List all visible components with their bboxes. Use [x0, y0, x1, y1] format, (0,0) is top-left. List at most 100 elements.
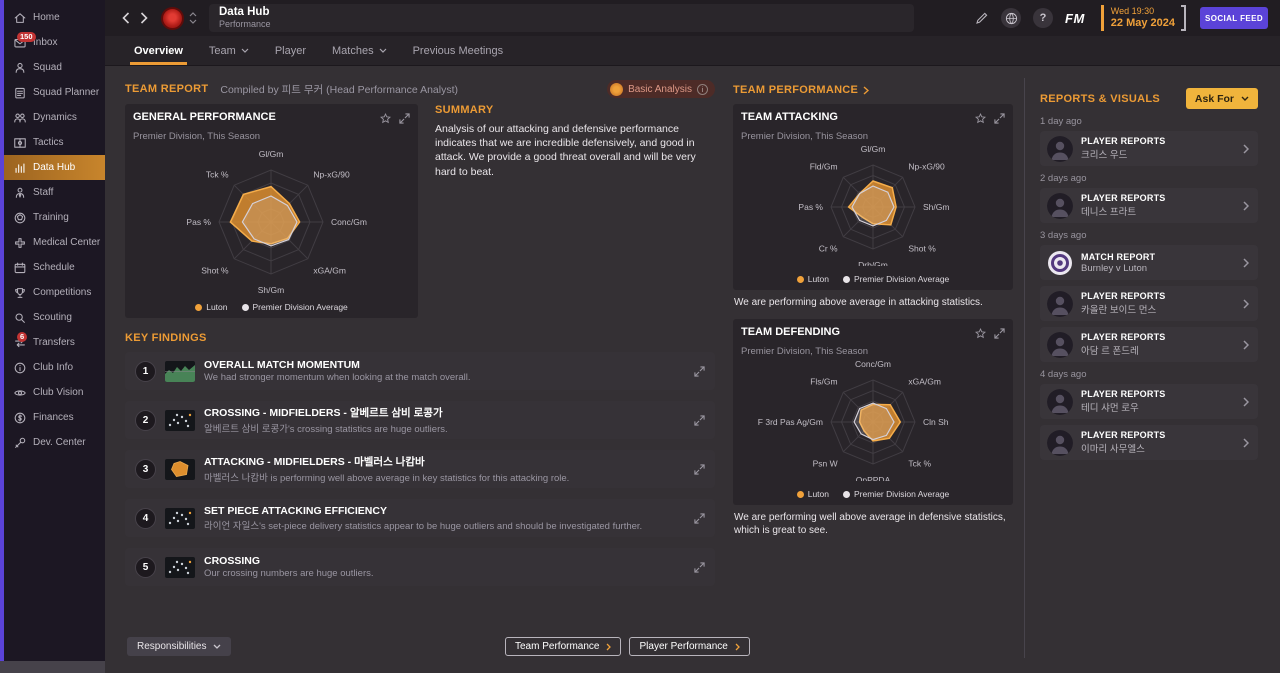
player-report-card[interactable]: PLAYER REPORTS 크리스 우드 [1040, 131, 1258, 166]
avatar [1047, 331, 1073, 358]
chevron-left-icon [122, 12, 130, 24]
sidebar-item-schedule[interactable]: Schedule [4, 255, 105, 280]
chevron-right-icon [607, 643, 612, 650]
basic-analysis-badge[interactable]: Basic Analysis i [607, 80, 715, 98]
sidebar-item-competitions[interactable]: Competitions [4, 280, 105, 305]
key-finding-row[interactable]: 4 SET PIECE ATTACKING EFFICIENCY 라이언 자일스's… [125, 499, 715, 537]
sidebar-item-label: Club Info [33, 362, 74, 373]
sidebar-item-transfers[interactable]: Transfers 6 [4, 330, 105, 355]
game-date[interactable]: Wed 19:30 22 May 2024 [1100, 5, 1186, 31]
team-attacking-radar-chart: Gl/Gm Np-xG/90 Sh/Gm Shot % Drb/Gm Cr % Pas % F… [798, 144, 949, 270]
sidebar-item-home[interactable]: Home [4, 5, 105, 30]
club-crest[interactable] [161, 6, 184, 30]
sidebar-item-staff[interactable]: Staff [4, 180, 105, 205]
tab-previous-meetings[interactable]: Previous Meetings [400, 36, 517, 65]
team-performance-button[interactable]: Team Performance [505, 637, 622, 656]
expand-icon[interactable] [694, 414, 705, 426]
sidebar-item-label: Training [33, 212, 69, 223]
player-report-card[interactable]: PLAYER REPORTS 카올란 보이드 먼스 [1040, 286, 1258, 321]
crest-cycle-control[interactable] [189, 12, 197, 24]
sidebar-item-club-vision[interactable]: Club Vision [4, 380, 105, 405]
player-performance-button[interactable]: Player Performance [629, 637, 750, 656]
tab-team[interactable]: Team [196, 36, 262, 65]
tab-label: Team [208, 44, 236, 57]
back-button[interactable] [117, 7, 135, 29]
expand-icon[interactable] [694, 561, 705, 573]
player-report-card[interactable]: PLAYER REPORTS 테디 샤먼 로우 [1040, 384, 1258, 419]
favourite-star-icon[interactable] [975, 326, 986, 344]
sidebar-item-training[interactable]: Training [4, 205, 105, 230]
basic-analysis-label: Basic Analysis [628, 83, 692, 95]
legend-dot-icon [843, 490, 850, 498]
svg-text:Pas %: Pas % [186, 217, 211, 227]
sidebar: Home Inbox 150 Squad Squad Planner Dynamics Ta… [0, 0, 105, 673]
finding-title: CROSSING [204, 555, 261, 567]
tab-matches[interactable]: Matches [319, 36, 400, 65]
finding-description: We had stronger momentum when looking at… [204, 372, 471, 383]
player-avatar-icon [1047, 290, 1073, 317]
sidebar-collapse-bar[interactable] [0, 661, 105, 673]
ask-for-button[interactable]: Ask For [1185, 88, 1258, 109]
key-finding-row[interactable]: 1 OVERALL MATCH MOMENTUM We had stronger m… [125, 352, 715, 390]
training-icon [13, 211, 27, 225]
team-performance-header[interactable]: TEAM PERFORMANCE [733, 84, 1013, 96]
sidebar-item-finances[interactable]: Finances [4, 405, 105, 430]
edit-button[interactable] [975, 11, 989, 25]
finding-number-badge: 5 [135, 556, 156, 578]
player-report-card[interactable]: PLAYER REPORTS 아담 르 폰드레 [1040, 327, 1258, 362]
sidebar-item-label: Tactics [33, 137, 64, 148]
tab-player[interactable]: Player [262, 36, 319, 65]
sidebar-item-club-info[interactable]: Club Info [4, 355, 105, 380]
world-button[interactable] [1001, 8, 1021, 28]
report-subject-name: 테디 샤먼 로우 [1081, 403, 1139, 414]
team-defending-card: TEAM DEFENDING Premier Division, This Se… [733, 319, 1013, 505]
sidebar-item-label: Club Vision [33, 387, 84, 398]
match-report-card[interactable]: MATCH REPORT Burnley v Luton [1040, 245, 1258, 280]
tab-label: Matches [332, 44, 374, 57]
favourite-star-icon[interactable] [380, 111, 391, 129]
key-findings-title: KEY FINDINGS [125, 332, 207, 344]
key-finding-row[interactable]: 3 ATTACKING - MIDFIELDERS - 마벨러스 나캄바 마벨러스 … [125, 450, 715, 488]
chevron-right-icon [1243, 257, 1249, 268]
expand-icon[interactable] [694, 512, 705, 524]
chevron-right-icon [1243, 200, 1249, 211]
globe-icon [1005, 12, 1017, 24]
summary-section: SUMMARY Analysis of our attacking and de… [435, 104, 715, 318]
expand-icon[interactable] [994, 111, 1005, 129]
legend-item: Luton [796, 274, 829, 284]
svg-text:Cr %: Cr % [819, 243, 838, 253]
sidebar-item-medical-center[interactable]: Medical Center [4, 230, 105, 255]
key-finding-row[interactable]: 2 CROSSING - MIDFIELDERS - 알베르트 삼비 로콩가 알베르… [125, 401, 715, 439]
tab-overview[interactable]: Overview [121, 36, 196, 65]
help-button[interactable]: ? [1033, 8, 1053, 28]
sidebar-item-dynamics[interactable]: Dynamics [4, 105, 105, 130]
favourite-star-icon[interactable] [975, 111, 986, 129]
sidebar-item-squad[interactable]: Squad [4, 55, 105, 80]
player-report-card[interactable]: PLAYER REPORTS 이마리 사무엘스 [1040, 425, 1258, 460]
sidebar-item-scouting[interactable]: Scouting [4, 305, 105, 330]
sidebar-item-inbox[interactable]: Inbox 150 [4, 30, 105, 55]
expand-icon[interactable] [994, 326, 1005, 344]
sidebar-item-dev-center[interactable]: Dev. Center [4, 430, 105, 455]
expand-icon[interactable] [399, 111, 410, 129]
key-finding-row[interactable]: 5 CROSSING Our crossing numbers are huge o… [125, 548, 715, 586]
key-findings-section: KEY FINDINGS 1 OVERALL MATCH MOMENTUM We h… [125, 332, 715, 586]
finding-description: 마벨러스 나캄바 is performing well above averag… [204, 473, 570, 484]
date-bracket [1181, 5, 1186, 31]
legend-item: Luton [195, 302, 228, 312]
sidebar-item-label: Staff [33, 187, 54, 198]
player-report-card[interactable]: PLAYER REPORTS 데니스 프라트 [1040, 188, 1258, 223]
player-avatar-icon [1047, 135, 1073, 162]
sidebar-item-squad-planner[interactable]: Squad Planner [4, 80, 105, 105]
forward-button[interactable] [135, 7, 153, 29]
expand-icon[interactable] [694, 365, 705, 377]
sidebar-item-data-hub[interactable]: Data Hub [4, 155, 105, 180]
expand-icon[interactable] [694, 463, 705, 475]
tab-label: Overview [134, 44, 183, 57]
responsibilities-button[interactable]: Responsibilities [127, 637, 232, 656]
sidebar-item-tactics[interactable]: Tactics [4, 130, 105, 155]
report-type: PLAYER REPORTS [1081, 430, 1166, 440]
svg-text:Cln Sh: Cln Sh [923, 417, 949, 427]
svg-text:Np-xG/90: Np-xG/90 [908, 162, 945, 172]
social-feed-button[interactable]: SOCIAL FEED [1200, 7, 1268, 29]
